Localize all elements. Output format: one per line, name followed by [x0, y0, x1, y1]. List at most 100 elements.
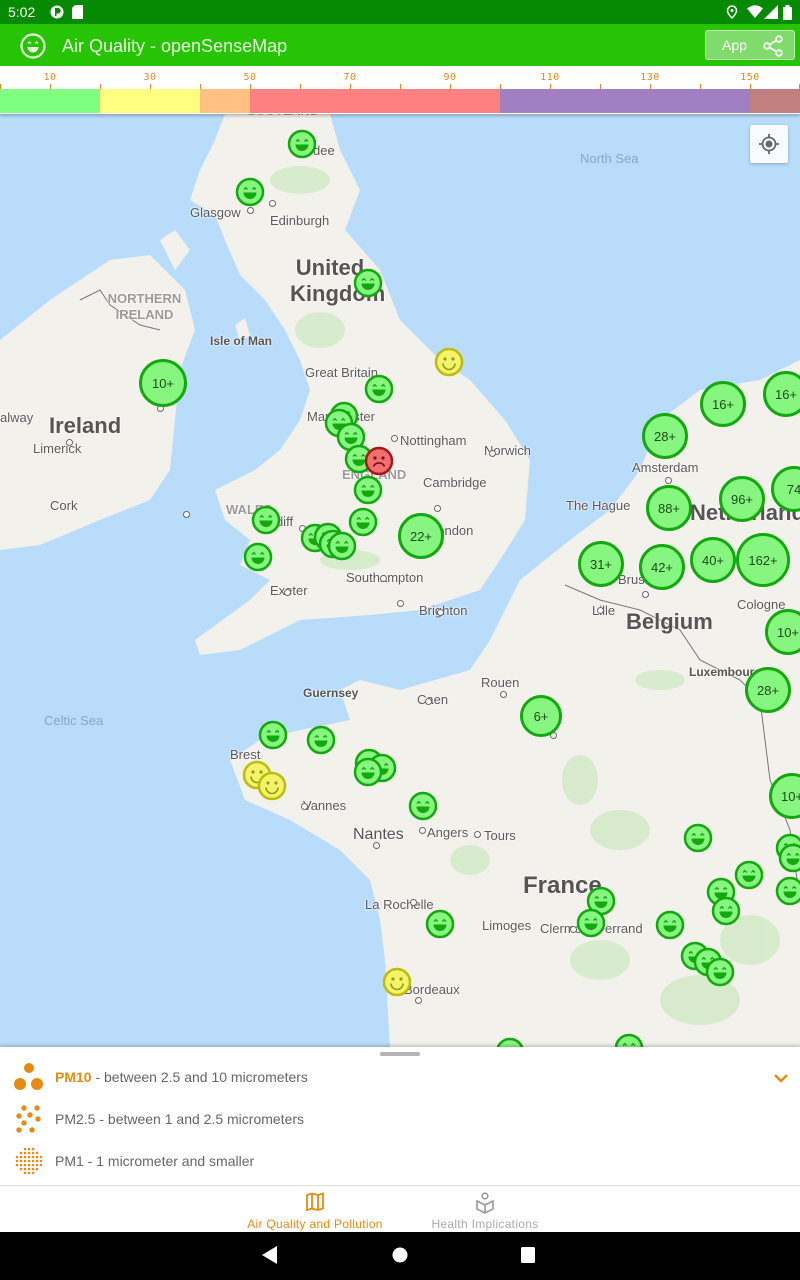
- city-dot: [419, 827, 426, 834]
- sensor-good[interactable]: [306, 725, 336, 755]
- app-share-button[interactable]: App: [705, 30, 795, 60]
- sensor-good-icon: [258, 720, 288, 750]
- map-label-cambridge: Cambridge: [423, 475, 487, 490]
- sensor-good[interactable]: [778, 843, 800, 873]
- sensor-cluster-limburg[interactable]: 40+: [690, 537, 736, 583]
- scale-tick-label: 90: [443, 72, 457, 83]
- sensor-good[interactable]: [655, 910, 685, 940]
- sensor-cluster-dublin[interactable]: 10+: [139, 359, 187, 407]
- chevron-down-icon[interactable]: [772, 1069, 790, 1087]
- air-quality-scale: 10 30 50 70 90 110 130 150: [0, 66, 800, 114]
- sensor-moderate[interactable]: [382, 967, 412, 997]
- map-label-tours: Tours: [484, 828, 516, 843]
- sensor-moderate-icon: [434, 347, 464, 377]
- pm25-particles-icon: [16, 1105, 41, 1133]
- status-time: 5:02: [8, 4, 36, 20]
- bottom-navigation: Air Quality and Pollution Health Implica…: [0, 1185, 800, 1232]
- sensor-good[interactable]: [353, 475, 383, 505]
- city-dot: [284, 589, 291, 596]
- sensor-good[interactable]: [287, 129, 317, 159]
- map-label-caen: Caen: [417, 692, 449, 707]
- sensor-cluster-brussels[interactable]: 42+: [639, 544, 685, 590]
- pm1-description: - 1 micrometer and smaller: [83, 1153, 255, 1169]
- map-view[interactable]: SCOTLANDdeeGlasgowEdinburghUnited Kingdo…: [0, 114, 800, 1047]
- city-dot: [380, 575, 387, 582]
- sensor-cluster-utrecht[interactable]: 88+: [646, 485, 692, 531]
- sensor-bad[interactable]: [364, 446, 394, 476]
- map-label-angers: Angers: [427, 825, 469, 840]
- sensor-good[interactable]: [775, 876, 800, 906]
- sensor-good[interactable]: [614, 1033, 644, 1047]
- sensor-good[interactable]: [683, 823, 713, 853]
- sensor-good-icon: [614, 1033, 644, 1047]
- scale-tick-label: 150: [740, 72, 760, 83]
- tab-health-implications[interactable]: Health Implications: [415, 1186, 555, 1233]
- sensor-cluster-paris[interactable]: 6+: [520, 695, 562, 737]
- sensor-good[interactable]: [711, 896, 741, 926]
- back-icon[interactable]: [262, 1246, 278, 1264]
- sensor-good[interactable]: [327, 531, 357, 561]
- city-dot: [373, 842, 380, 849]
- sensor-good[interactable]: [734, 860, 764, 890]
- sensor-moderate[interactable]: [257, 771, 287, 801]
- city-dot: [269, 200, 276, 207]
- pm10-option[interactable]: PM10 - between 2.5 and 10 micrometers: [0, 1057, 800, 1097]
- sensor-cluster-friesland[interactable]: 16+: [700, 381, 746, 427]
- notification-app-icon: [50, 5, 64, 19]
- city-dot: [425, 698, 432, 705]
- city-dot: [66, 439, 73, 446]
- scale-tick: [500, 84, 501, 89]
- sensor-good-icon: [655, 910, 685, 940]
- sheet-drag-handle[interactable]: [380, 1052, 420, 1056]
- city-dot: [391, 435, 398, 442]
- sensor-cluster-london[interactable]: 22+: [398, 513, 444, 559]
- sensor-good[interactable]: [251, 505, 281, 535]
- sensor-good[interactable]: [258, 720, 288, 750]
- pm25-option[interactable]: PM2.5 - between 1 and 2.5 micrometers: [0, 1099, 800, 1139]
- sensor-good[interactable]: [353, 757, 383, 787]
- sensor-good-icon: [683, 823, 713, 853]
- sensor-good-icon: [287, 129, 317, 159]
- sensor-good[interactable]: [364, 374, 394, 404]
- app-bar: Air Quality - openSenseMap App: [0, 24, 800, 66]
- sensor-cluster-north-holland[interactable]: 28+: [642, 413, 688, 459]
- sensor-good-icon: [425, 909, 455, 939]
- sensor-good[interactable]: [576, 908, 606, 938]
- scale-band: [100, 89, 200, 113]
- sensor-cluster-gelderland[interactable]: 96+: [719, 476, 765, 522]
- sensor-cluster-flanders[interactable]: 31+: [578, 541, 624, 587]
- map-label-north-sea: North Sea: [580, 151, 639, 166]
- sensor-good[interactable]: [243, 542, 273, 572]
- map-label-northern-ireland: NORTHERN IRELAND: [107, 291, 182, 322]
- sensor-good-icon: [775, 876, 800, 906]
- scale-tick: [100, 84, 101, 89]
- sensor-good[interactable]: [353, 268, 383, 298]
- sensor-cluster-saarland[interactable]: 28+: [745, 667, 791, 713]
- sensor-cluster-ruhr[interactable]: 162+: [736, 533, 790, 587]
- sensor-good-icon: [353, 268, 383, 298]
- scale-tick: [300, 84, 301, 89]
- map-label-belgium: Belgium: [626, 609, 713, 634]
- sensor-good[interactable]: [235, 177, 265, 207]
- my-location-button[interactable]: [750, 125, 788, 163]
- map-label-scotland: SCOTLAND: [247, 114, 319, 118]
- home-icon[interactable]: [392, 1246, 408, 1264]
- sensor-bad-icon: [364, 446, 394, 476]
- sensor-good-icon: [408, 791, 438, 821]
- sensor-good[interactable]: [496, 1037, 525, 1047]
- map-label-cologne: Cologne: [737, 597, 786, 612]
- city-dot: [301, 803, 308, 810]
- system-navigation-bar: [0, 1232, 800, 1280]
- recents-icon[interactable]: [520, 1246, 536, 1264]
- sensor-good[interactable]: [705, 957, 735, 987]
- sensor-good-icon: [353, 475, 383, 505]
- sensor-good-icon: [364, 374, 394, 404]
- city-dot: [434, 505, 441, 512]
- sensor-moderate[interactable]: [434, 347, 464, 377]
- sensor-good[interactable]: [425, 909, 455, 939]
- sensor-good[interactable]: [408, 791, 438, 821]
- scale-tick-label: 110: [540, 72, 560, 83]
- scale-tick: [450, 84, 451, 89]
- pm1-option[interactable]: PM1 - 1 micrometer and smaller: [0, 1141, 800, 1181]
- tab-air-quality[interactable]: Air Quality and Pollution: [235, 1186, 395, 1233]
